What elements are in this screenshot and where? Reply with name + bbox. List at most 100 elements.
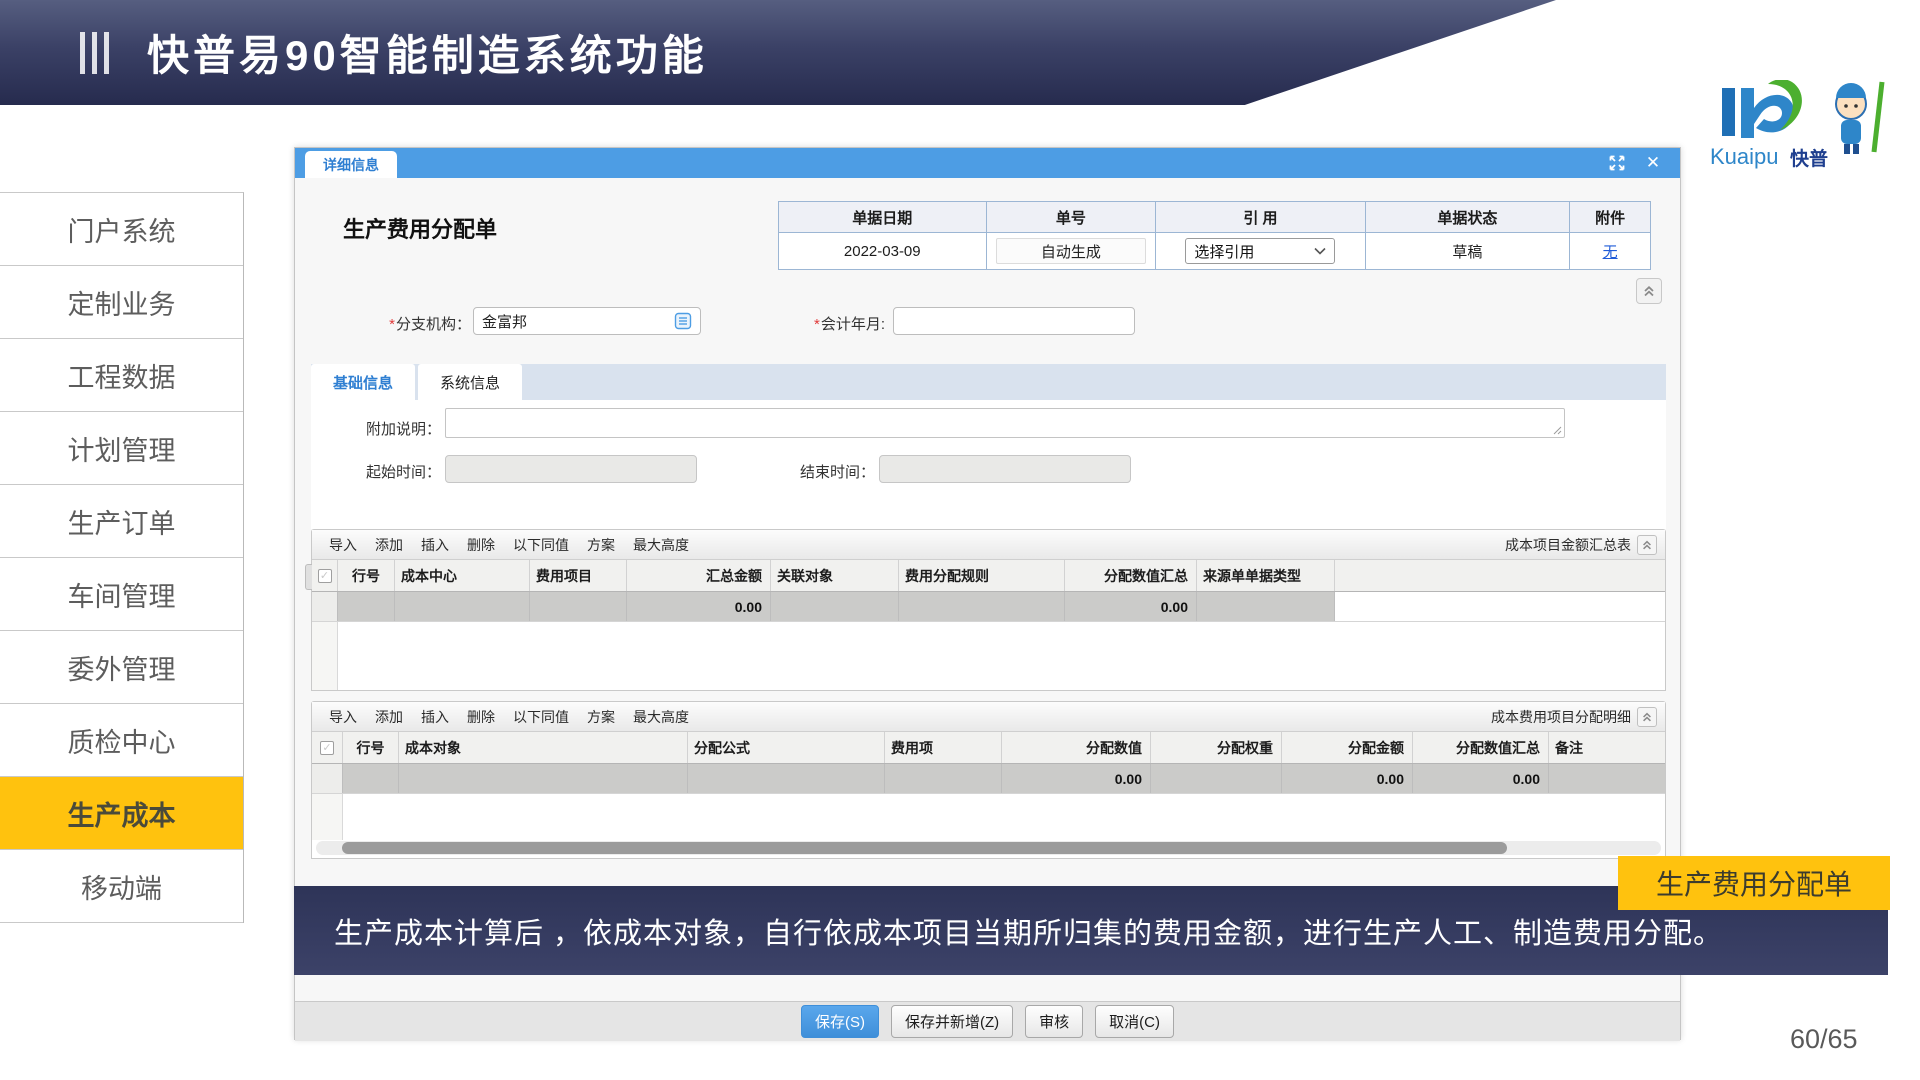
grid1-total-amount-value: 0.00 [627,592,771,621]
delete-button[interactable]: 删除 [458,532,504,558]
alloc-detail-grid: 导入 添加 插入 删除 以下同值 方案 最大高度 成本费用项目分配明细 ✓ 行号… [311,701,1666,859]
document-header-table: 单据日期 单号 引 用 单据状态 附件 2022-03-09 自动生成 选择引用… [778,201,1651,270]
add-button[interactable]: 添加 [366,704,412,730]
audit-button[interactable]: 审核 [1025,1005,1083,1038]
grid1-header-row: ✓ 行号 成本中心 费用项目 汇总金额 关联对象 费用分配规则 分配数值汇总 来… [312,560,1665,592]
close-icon[interactable]: ✕ [1642,151,1664,175]
horizontal-scrollbar[interactable] [316,841,1661,855]
col-reference: 引 用 [1156,202,1366,232]
kp-logomark [1722,80,1802,138]
grid2-col-alloc-value-total: 分配数值汇总 [1413,732,1549,763]
lookup-list-icon[interactable] [674,312,692,330]
form-collapse-button[interactable] [1636,278,1662,304]
grid2-col-alloc-value: 分配数值 [1002,732,1151,763]
delete-button[interactable]: 删除 [458,704,504,730]
sidebar-item-production-cost[interactable]: 生产成本 [0,777,243,850]
top-banner: 快普易90智能制造系统功能 [0,0,1556,105]
grid2-col-cost-object: 成本对象 [399,732,688,763]
grid2-col-rowno: 行号 [343,732,399,763]
grid1-toolbar: 导入 添加 插入 删除 以下同值 方案 最大高度 成本项目金额汇总表 [312,530,1665,560]
col-attachment: 附件 [1570,202,1650,232]
panel-collapse-handle[interactable] [305,564,312,590]
grid2-col-alloc-amount: 分配金额 [1282,732,1413,763]
logo-text-cn: 快普 [1790,147,1828,170]
end-time-label: 结束时间： [793,461,875,482]
sidebar-item-production-order[interactable]: 生产订单 [0,485,243,558]
sidebar-item-workshop[interactable]: 车间管理 [0,558,243,631]
grid2-collapse-button[interactable] [1637,707,1657,727]
maximize-icon[interactable] [1608,154,1626,172]
sidebar-item-custom-business[interactable]: 定制业务 [0,266,243,339]
doc-date-value: 2022-03-09 [779,233,987,269]
grid1-col-alloc-total: 分配数值汇总 [1065,560,1197,591]
grid2-col-alloc-weight: 分配权重 [1151,732,1282,763]
end-time-input[interactable] [879,455,1131,483]
sidebar-item-engineering-data[interactable]: 工程数据 [0,339,243,412]
double-chevron-up-icon [1642,284,1656,298]
grid2-header-row: ✓ 行号 成本对象 分配公式 费用项 分配数值 分配权重 分配金额 分配数值汇总… [312,732,1665,764]
cost-summary-grid: 导入 添加 插入 删除 以下同值 方案 最大高度 成本项目金额汇总表 ✓ 行号 … [311,529,1666,691]
callout-label: 生产费用分配单 [1618,856,1890,910]
form-title: 生产费用分配单 [343,212,497,244]
save-button[interactable]: 保存(S) [801,1005,879,1038]
sidebar-item-plan-management[interactable]: 计划管理 [0,412,243,485]
col-doc-date: 单据日期 [779,202,987,232]
scheme-button[interactable]: 方案 [578,704,624,730]
grid2-panel-title: 成本费用项目分配明细 [1491,707,1631,727]
sidebar-item-mobile[interactable]: 移动端 [0,850,243,923]
caption-text: 生产成本计算后 ，依成本对象，自行依成本项目当期所归集的费用金额，进行生产人工、… [334,910,1723,952]
branch-input[interactable]: 金富邦 [473,307,701,335]
select-all-checkbox[interactable]: ✓ [318,569,332,583]
double-chevron-up-icon [1641,711,1653,723]
tab-detail-info[interactable]: 详细信息 [305,151,397,178]
note-textarea[interactable] [445,408,1565,438]
cancel-button[interactable]: 取消(C) [1095,1005,1174,1038]
grid2-alloc-value-total: 0.00 [1413,764,1549,793]
grid2-col-alloc-formula: 分配公式 [688,732,885,763]
reference-select[interactable]: 选择引用 [1185,238,1335,264]
period-input[interactable] [893,307,1135,335]
grid2-alloc-amount: 0.00 [1282,764,1413,793]
sidebar-item-outsourcing[interactable]: 委外管理 [0,631,243,704]
same-below-button[interactable]: 以下同值 [504,532,578,558]
insert-button[interactable]: 插入 [412,704,458,730]
basic-info-panel: 附加说明： 起始时间： 结束时间： [311,400,1666,529]
sidebar-item-quality-center[interactable]: 质检中心 [0,704,243,777]
import-button[interactable]: 导入 [320,532,366,558]
branch-value: 金富邦 [482,311,527,332]
grid1-col-cost-center: 成本中心 [395,560,530,591]
start-time-input[interactable] [445,455,697,483]
max-height-button[interactable]: 最大高度 [624,704,698,730]
grid1-col-total-amount: 汇总金额 [627,560,771,591]
start-time-label: 起始时间： [335,461,441,482]
tab-basic-info[interactable]: 基础信息 [311,364,415,400]
tab-system-info[interactable]: 系统信息 [418,364,522,400]
kuaipu-logo: Kuaipu 快普 [1708,80,1908,180]
add-button[interactable]: 添加 [366,532,412,558]
doc-status-value: 草稿 [1366,233,1571,269]
grid2-summary-row: 0.00 0.00 0.00 [312,764,1665,794]
sidebar-item-portal[interactable]: 门户系统 [0,193,243,266]
attachment-link[interactable]: 无 [1603,241,1618,262]
max-height-button[interactable]: 最大高度 [624,532,698,558]
resize-handle-icon[interactable] [1552,425,1562,435]
mascot-icon [1836,82,1882,154]
grid1-body [312,622,1665,690]
save-and-new-button[interactable]: 保存并新增(Z) [891,1005,1013,1038]
select-all-checkbox[interactable]: ✓ [320,741,334,755]
import-button[interactable]: 导入 [320,704,366,730]
required-asterisk: * [814,316,820,333]
reference-select-value: 选择引用 [1194,241,1254,262]
same-below-button[interactable]: 以下同值 [504,704,578,730]
doc-no-field[interactable]: 自动生成 [996,238,1146,264]
grid2-col-expense: 费用项 [885,732,1002,763]
scheme-button[interactable]: 方案 [578,532,624,558]
grid2-alloc-value: 0.00 [1002,764,1151,793]
insert-button[interactable]: 插入 [412,532,458,558]
grid1-col-source-doc-type: 来源单单据类型 [1197,560,1335,591]
slide-root: 快普易90智能制造系统功能 Kuaipu 快普 门户系统 定制业务 工程数 [0,0,1920,1080]
h-scrollbar-thumb[interactable] [342,842,1507,854]
col-doc-no: 单号 [987,202,1157,232]
dialog-footer: 保存(S) 保存并新增(Z) 审核 取消(C) [295,1001,1680,1041]
grid1-collapse-button[interactable] [1637,535,1657,555]
